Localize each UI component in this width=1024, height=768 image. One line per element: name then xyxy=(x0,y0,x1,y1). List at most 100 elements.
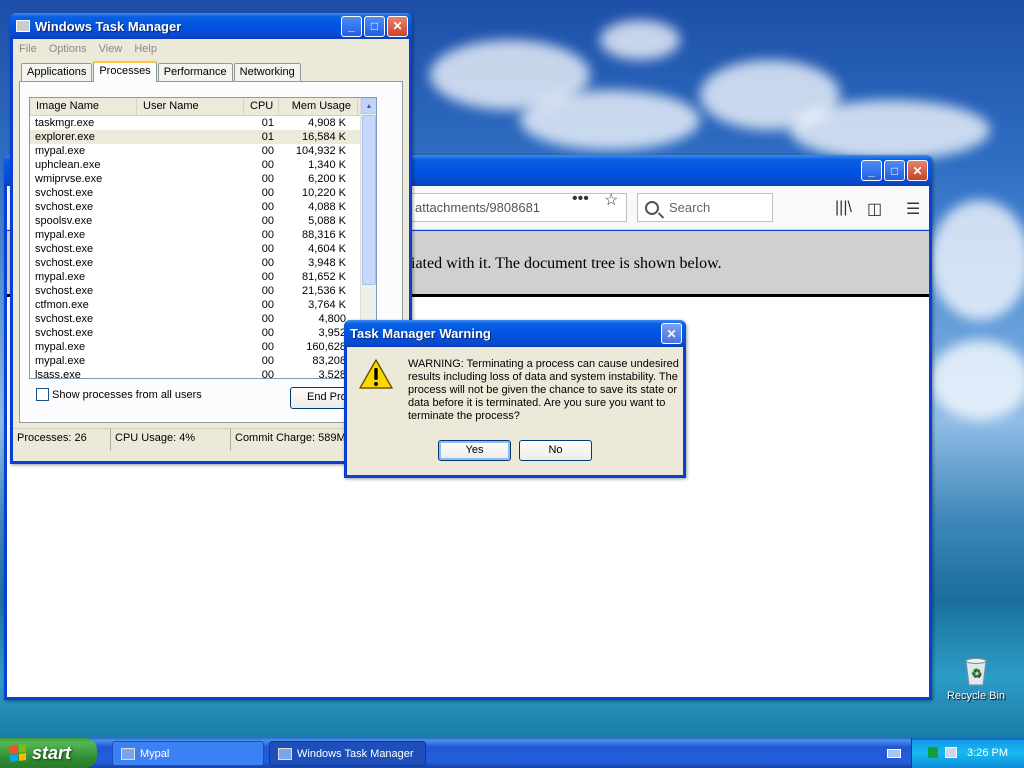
table-row[interactable]: svchost.exe 00 4,604 K xyxy=(30,242,376,256)
table-row[interactable]: svchost.exe 00 10,220 K xyxy=(30,186,376,200)
table-row[interactable]: explorer.exe 01 16,584 K xyxy=(30,130,376,144)
show-all-label: Show processes from all users xyxy=(52,388,202,401)
table-row[interactable]: svchost.exe 00 3,952 xyxy=(30,326,376,340)
tray-network-icon[interactable] xyxy=(945,747,957,758)
tab-processes[interactable]: Processes xyxy=(93,61,157,82)
keyboard-icon[interactable] xyxy=(887,749,901,758)
minimize-button[interactable]: _ xyxy=(861,160,882,181)
process-mem: 4,908 K xyxy=(308,117,346,129)
menu-options[interactable]: Options xyxy=(49,43,87,55)
table-row[interactable]: wmiprvse.exe 00 6,200 K xyxy=(30,172,376,186)
menu-file[interactable]: File xyxy=(19,43,37,55)
process-name: svchost.exe xyxy=(35,257,94,269)
table-row[interactable]: mypal.exe 00 104,932 K xyxy=(30,144,376,158)
url-bar[interactable]: attachments/9808681 xyxy=(405,193,627,222)
table-row[interactable]: svchost.exe 00 3,948 K xyxy=(30,256,376,270)
table-row[interactable]: mypal.exe 00 160,628 xyxy=(30,340,376,354)
process-cpu: 01 xyxy=(261,131,274,143)
search-input[interactable]: Search xyxy=(637,193,773,222)
process-mem: 5,088 K xyxy=(308,215,346,227)
scroll-thumb[interactable] xyxy=(362,115,376,285)
table-row[interactable]: lsass.exe 00 3,528 xyxy=(30,368,376,379)
system-tray: 3:26 PM xyxy=(911,738,1024,768)
table-row[interactable]: mypal.exe 00 81,652 K xyxy=(30,270,376,284)
table-row[interactable]: taskmgr.exe 01 4,908 K xyxy=(30,116,376,130)
process-mem: 4,604 K xyxy=(308,243,346,255)
table-row[interactable]: mypal.exe 00 83,208 xyxy=(30,354,376,368)
process-cpu: 00 xyxy=(261,285,274,297)
show-all-checkbox[interactable] xyxy=(36,388,49,401)
process-cpu: 00 xyxy=(261,327,274,339)
process-name: svchost.exe xyxy=(35,313,94,325)
taskbar-item-label: Mypal xyxy=(140,747,170,760)
mypal-icon xyxy=(121,747,135,760)
dialog-titlebar[interactable]: Task Manager Warning ✕ xyxy=(344,320,686,347)
yes-button[interactable]: Yes xyxy=(438,440,511,461)
column-mem-usage[interactable]: Mem Usage xyxy=(279,98,358,115)
tab-networking[interactable]: Networking xyxy=(233,63,301,81)
process-cpu: 01 xyxy=(261,117,274,129)
process-cpu: 00 xyxy=(261,257,274,269)
menu-view[interactable]: View xyxy=(99,43,123,55)
app-icon xyxy=(16,20,30,32)
menu-icon[interactable]: ☰ xyxy=(906,199,920,219)
window-title: Windows Task Manager xyxy=(35,18,182,34)
maximize-button[interactable]: □ xyxy=(884,160,905,181)
tab-applications[interactable]: Applications xyxy=(21,63,93,81)
maximize-button[interactable]: □ xyxy=(364,15,385,37)
tray-app-icon[interactable] xyxy=(928,747,938,758)
column-image-name[interactable]: Image Name xyxy=(30,98,137,115)
close-button[interactable]: ✕ xyxy=(907,160,928,181)
table-row[interactable]: mypal.exe 00 88,316 K xyxy=(30,228,376,242)
minimize-button[interactable]: _ xyxy=(341,15,362,37)
page-actions-icon[interactable]: ••• xyxy=(572,190,589,208)
menu-bar: File Options View Help xyxy=(13,39,409,59)
library-icon[interactable]: |||\ xyxy=(835,199,852,217)
process-cpu: 00 xyxy=(261,187,274,199)
scroll-up-icon[interactable]: ▲ xyxy=(361,98,376,114)
process-cpu: 00 xyxy=(261,369,274,379)
no-button[interactable]: No xyxy=(519,440,592,461)
status-processes: Processes: 26 xyxy=(13,429,111,450)
show-all-users-option[interactable]: Show processes from all users xyxy=(36,388,202,401)
process-user xyxy=(137,368,244,378)
close-button[interactable]: ✕ xyxy=(387,15,408,37)
process-cpu: 00 xyxy=(261,299,274,311)
sidebar-icon[interactable]: ◫ xyxy=(867,199,882,219)
column-cpu[interactable]: CPU xyxy=(244,98,279,115)
table-row[interactable]: ctfmon.exe 00 3,764 K xyxy=(30,298,376,312)
clock[interactable]: 3:26 PM xyxy=(967,747,1008,759)
process-name: mypal.exe xyxy=(35,271,86,283)
table-row[interactable]: svchost.exe 00 4,088 K xyxy=(30,200,376,214)
menu-help[interactable]: Help xyxy=(134,43,157,55)
process-name: svchost.exe xyxy=(35,285,94,297)
table-row[interactable]: svchost.exe 00 21,536 K xyxy=(30,284,376,298)
taskbar-item-label: Windows Task Manager xyxy=(297,747,414,760)
process-name: mypal.exe xyxy=(35,355,86,367)
process-user xyxy=(137,340,244,354)
process-user xyxy=(137,172,244,186)
table-row[interactable]: uphclean.exe 00 1,340 K xyxy=(30,158,376,172)
process-name: mypal.exe xyxy=(35,341,86,353)
process-user xyxy=(137,144,244,158)
process-cpu: 00 xyxy=(261,173,274,185)
start-button[interactable]: start xyxy=(0,738,97,768)
taskbar-item-mypal[interactable]: Mypal xyxy=(112,741,264,766)
table-row[interactable]: svchost.exe 00 4,800 xyxy=(30,312,376,326)
close-button[interactable]: ✕ xyxy=(661,323,682,344)
process-mem: 3,764 K xyxy=(308,299,346,311)
process-user xyxy=(137,326,244,340)
recycle-bin-shortcut[interactable]: ♻ Recycle Bin xyxy=(946,655,1006,702)
bookmark-star-icon[interactable]: ☆ xyxy=(604,190,618,210)
process-mem: 104,932 K xyxy=(295,145,346,157)
table-row[interactable]: spoolsv.exe 00 5,088 K xyxy=(30,214,376,228)
process-list[interactable]: Image Name User Name CPU Mem Usage taskm… xyxy=(29,97,377,379)
start-label: start xyxy=(32,742,72,763)
column-user-name[interactable]: User Name xyxy=(137,98,244,115)
process-user xyxy=(137,158,244,172)
process-mem: 88,316 K xyxy=(301,229,346,241)
taskbar-item-task-manager[interactable]: Windows Task Manager xyxy=(269,741,426,766)
warning-icon xyxy=(359,359,393,389)
task-manager-titlebar[interactable]: Windows Task Manager _ □ ✕ xyxy=(10,13,412,39)
tab-performance[interactable]: Performance xyxy=(157,63,233,81)
